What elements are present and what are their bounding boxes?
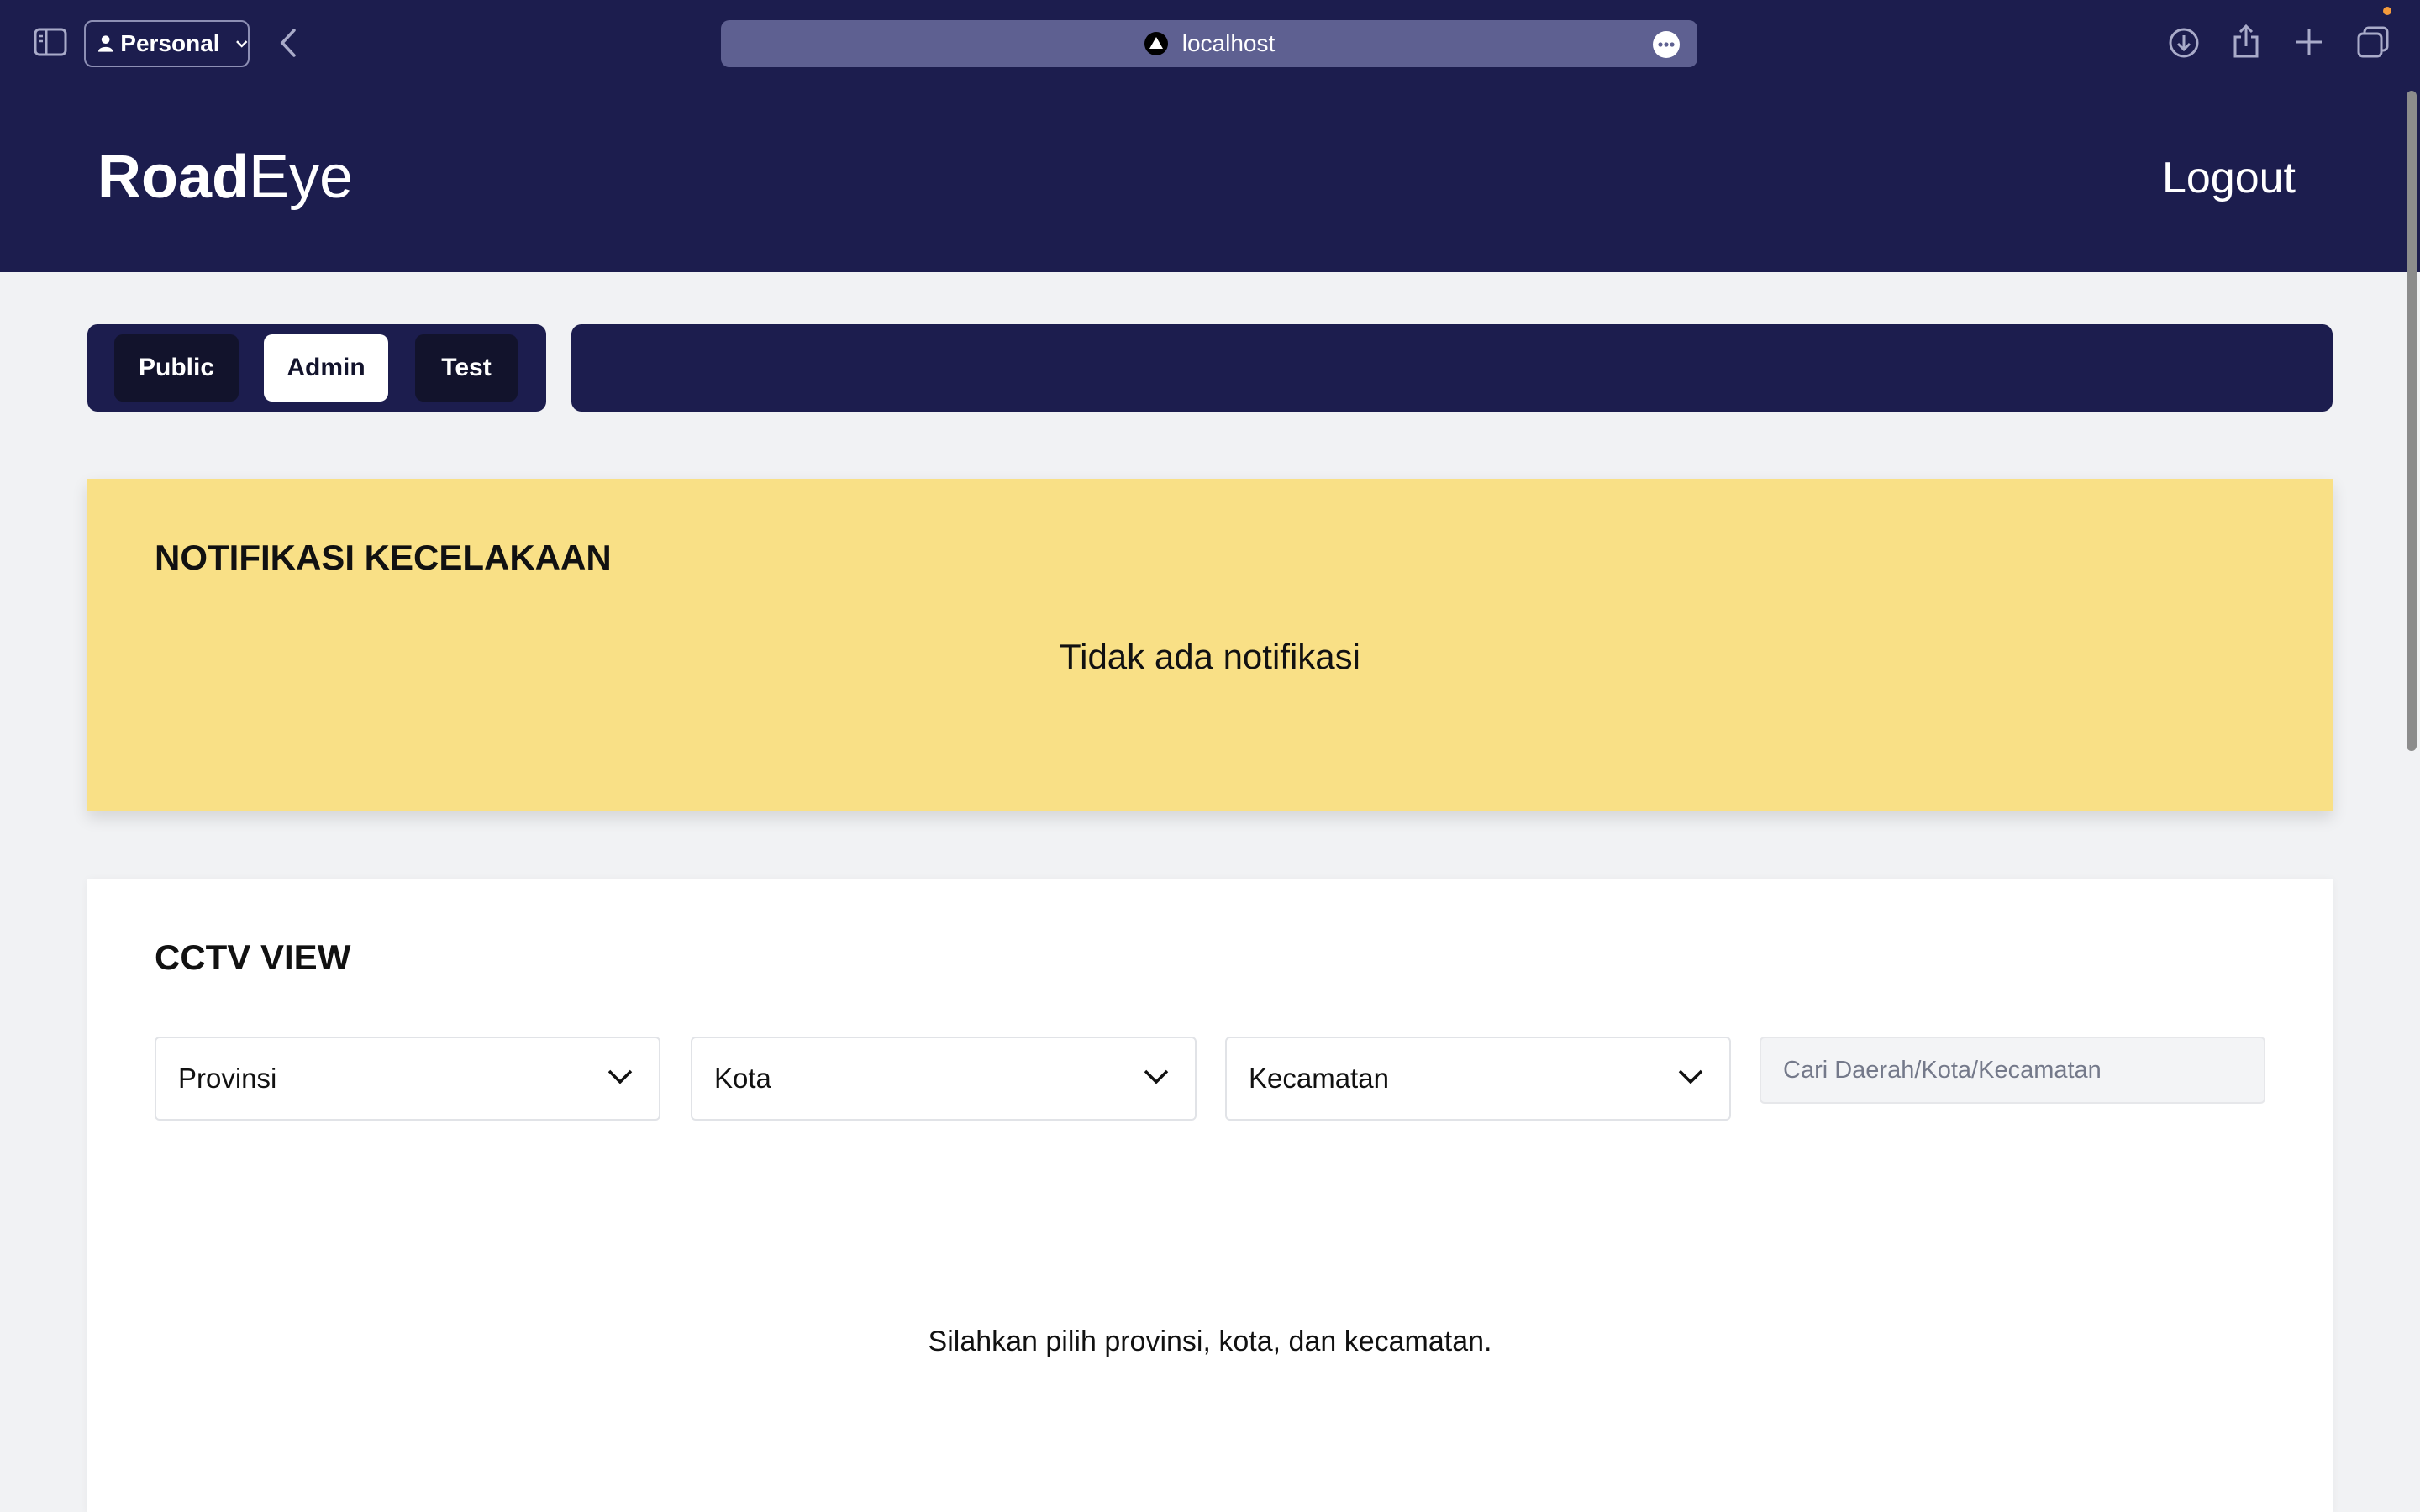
tab-test[interactable]: Test: [415, 334, 518, 402]
sidebar-icon[interactable]: [34, 27, 67, 57]
cctv-card: CCTV VIEW Provinsi Kota Kecamatan Silahk…: [87, 879, 2333, 1512]
chevron-down-icon: [608, 1069, 633, 1084]
role-tabs: Public Admin Test: [87, 324, 546, 412]
notification-title: NOTIFIKASI KECELAKAAN: [155, 538, 612, 577]
notification-empty-text: Tidak ada notifikasi: [1060, 637, 1360, 676]
brand-logo[interactable]: RoadEye: [97, 143, 353, 212]
city-select[interactable]: Kota: [691, 1037, 1197, 1121]
back-icon[interactable]: [277, 27, 299, 59]
profile-button[interactable]: Personal: [84, 20, 250, 67]
notification-dot: [2383, 7, 2391, 15]
person-icon: [97, 35, 113, 52]
cctv-title: CCTV VIEW: [155, 937, 351, 977]
site-icon: [1144, 32, 1168, 55]
profile-label: Personal: [120, 30, 220, 56]
scrollbar-thumb[interactable]: [2407, 91, 2417, 751]
chevron-down-icon: [1678, 1069, 1703, 1084]
search-input[interactable]: [1760, 1037, 2265, 1104]
tab-admin[interactable]: Admin: [264, 334, 388, 402]
chevron-down-icon: [235, 40, 247, 48]
browser-toolbar: Personal localhost: [0, 0, 2420, 87]
download-icon[interactable]: [2168, 27, 2200, 59]
share-icon[interactable]: [2232, 24, 2260, 59]
logout-button[interactable]: Logout: [2162, 153, 2296, 203]
address-bar[interactable]: localhost: [721, 20, 1697, 67]
brand-light: Eye: [249, 144, 354, 211]
tabs-icon[interactable]: [2356, 25, 2390, 59]
tab-public[interactable]: Public: [114, 334, 239, 402]
notification-card: NOTIFIKASI KECELAKAAN Tidak ada notifika…: [87, 479, 2333, 811]
url-text: localhost: [1181, 30, 1276, 56]
cctv-empty-text: Silahkan pilih provinsi, kota, dan kecam…: [928, 1326, 1492, 1357]
district-select-value: Kecamatan: [1249, 1063, 1389, 1094]
province-select[interactable]: Provinsi: [155, 1037, 660, 1121]
district-select[interactable]: Kecamatan: [1225, 1037, 1731, 1121]
chevron-down-icon: [1144, 1069, 1169, 1084]
brand-bold: Road: [97, 144, 249, 211]
city-select-value: Kota: [714, 1063, 771, 1094]
plus-icon[interactable]: [2294, 27, 2324, 57]
top-banner-bar: [571, 324, 2333, 412]
app-header: RoadEye Logout: [0, 87, 2420, 272]
province-select-value: Provinsi: [178, 1063, 277, 1094]
more-icon[interactable]: [1652, 30, 1681, 59]
